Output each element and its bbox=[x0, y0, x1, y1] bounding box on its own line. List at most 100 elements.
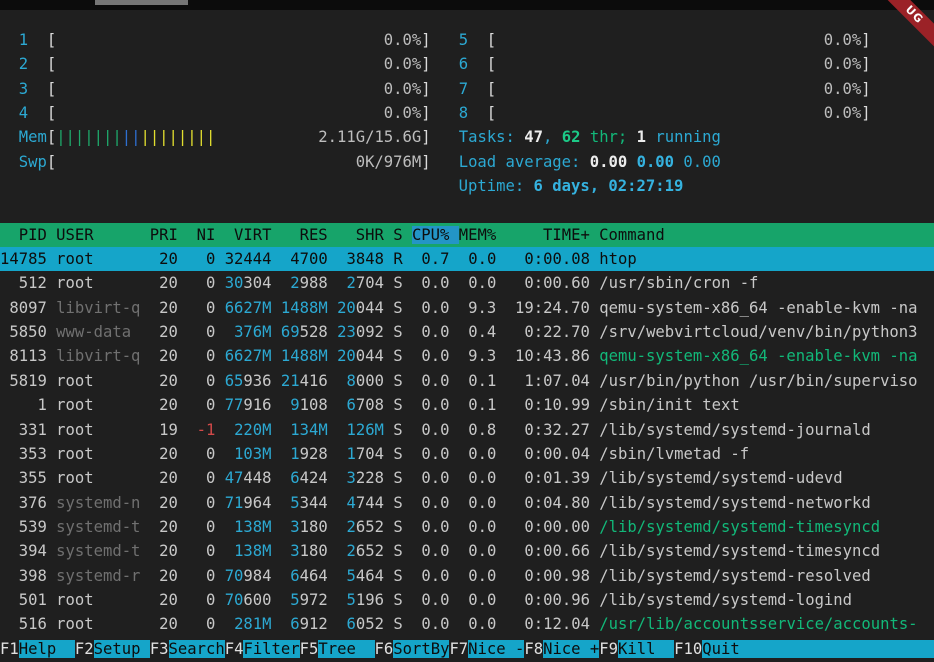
process-row[interactable]: 516 root 20 0 281M 6912 6052 S 0.0 0.0 0… bbox=[0, 612, 934, 636]
cell-pid: 5819 bbox=[0, 372, 56, 390]
process-row[interactable]: 5850 www-data 20 0 376M 69528 23092 S 0.… bbox=[0, 320, 934, 344]
gap bbox=[328, 494, 337, 512]
gap bbox=[384, 567, 393, 585]
process-row[interactable]: 376 systemd-n 20 0 71964 5344 4744 S 0.0… bbox=[0, 491, 934, 515]
gap bbox=[384, 250, 393, 268]
meter-open-bracket: [ bbox=[47, 80, 56, 98]
gap bbox=[328, 421, 337, 439]
cell-mem-percent: 0.0 bbox=[459, 274, 506, 292]
fkey-f10[interactable]: F10Quit bbox=[674, 640, 934, 658]
fkey-f1[interactable]: F1Help bbox=[0, 640, 75, 658]
meter-close-bracket: ] bbox=[421, 80, 430, 98]
process-row[interactable]: 8113 libvirt-q 20 0 6627M 1488M 20044 S … bbox=[0, 344, 934, 368]
cell-res-mb: 21 bbox=[281, 372, 300, 390]
cell-state: S bbox=[393, 347, 412, 365]
column-header-user[interactable]: USER bbox=[56, 226, 150, 244]
uptime-label: Uptime: bbox=[459, 177, 534, 195]
process-row[interactable]: 501 root 20 0 70600 5972 5196 S 0.0 0.0 … bbox=[0, 588, 934, 612]
cell-priority: 20 bbox=[150, 347, 187, 365]
cell-pid: 14785 bbox=[0, 250, 56, 268]
fkey-f9[interactable]: F9Kill bbox=[599, 640, 674, 658]
cell-user: root bbox=[56, 445, 150, 463]
cell-res: 912 bbox=[300, 615, 328, 633]
cell-pid: 8097 bbox=[0, 299, 56, 317]
cell-res-mb: 6 bbox=[290, 567, 299, 585]
fkey-f5[interactable]: F5Tree bbox=[300, 640, 375, 658]
mem-meter-row: Mem[||||||||||||||||| 2.11G/15.6G] Tasks… bbox=[0, 125, 934, 149]
cell-cpu-percent: 0.0 bbox=[412, 299, 459, 317]
cell-shr-mb: 20 bbox=[337, 299, 356, 317]
function-key-bar: F1Help F2Setup F3SearchF4FilterF5Tree F6… bbox=[0, 637, 934, 661]
process-row[interactable]: 1 root 20 0 77916 9108 6708 S 0.0 0.1 0:… bbox=[0, 393, 934, 417]
cell-priority: 20 bbox=[150, 396, 187, 414]
column-header-command[interactable]: Command bbox=[599, 226, 665, 244]
gap bbox=[0, 177, 459, 195]
cell-mem-percent: 0.0 bbox=[459, 542, 506, 560]
gap bbox=[225, 445, 234, 463]
cell-pid: 516 bbox=[0, 615, 56, 633]
fkey-f6[interactable]: F6SortBy bbox=[375, 640, 450, 658]
process-row[interactable]: 512 root 20 0 30304 2988 2704 S 0.0 0.0 … bbox=[0, 271, 934, 295]
process-row[interactable]: 539 systemd-t 20 0 138M 3180 2652 S 0.0 … bbox=[0, 515, 934, 539]
column-header-pid[interactable]: PID bbox=[0, 226, 56, 244]
fkey-f3[interactable]: F3Search bbox=[150, 640, 225, 658]
column-header-ni[interactable]: NI bbox=[187, 226, 224, 244]
process-row[interactable]: 398 systemd-r 20 0 70984 6464 5464 S 0.0… bbox=[0, 564, 934, 588]
cell-virt-mb: 71 bbox=[225, 494, 244, 512]
cpu-1-meter-value: 0.0% bbox=[56, 31, 421, 49]
cell-res-mb: 9 bbox=[290, 396, 299, 414]
column-header-shr[interactable]: SHR bbox=[337, 226, 393, 244]
gap bbox=[431, 128, 459, 146]
meter-close-bracket: ] bbox=[861, 31, 870, 49]
column-header-res[interactable]: RES bbox=[281, 226, 337, 244]
cell-virt-mb: 47 bbox=[225, 469, 244, 487]
fkey-f4[interactable]: F4Filter bbox=[225, 640, 300, 658]
gap bbox=[627, 153, 636, 171]
tasks-running-label: running bbox=[646, 128, 721, 146]
meter-open-bracket: [ bbox=[47, 31, 56, 49]
cell-mem-percent: 0.0 bbox=[459, 250, 506, 268]
cpu-4-meter-label: 4 bbox=[0, 104, 47, 122]
process-row[interactable]: 8097 libvirt-q 20 0 6627M 1488M 20044 S … bbox=[0, 296, 934, 320]
column-header-s[interactable]: S bbox=[393, 226, 412, 244]
cell-command: /srv/webvirtcloud/venv/bin/python3 bbox=[599, 323, 917, 341]
gap bbox=[384, 518, 393, 536]
cpu-meter-row: 3 [ 0.0%] 7 [ 0.0%] bbox=[0, 77, 934, 101]
gap bbox=[272, 274, 281, 292]
process-row[interactable]: 353 root 20 0 103M 1928 1704 S 0.0 0.0 0… bbox=[0, 442, 934, 466]
gap bbox=[384, 494, 393, 512]
process-row[interactable]: 5819 root 20 0 65936 21416 8000 S 0.0 0.… bbox=[0, 369, 934, 393]
window-tab[interactable] bbox=[95, 0, 188, 5]
column-header-mem[interactable]: MEM% bbox=[459, 226, 506, 244]
gap bbox=[281, 615, 290, 633]
cell-cpu-percent: 0.7 bbox=[412, 250, 459, 268]
process-row[interactable]: 394 systemd-t 20 0 138M 3180 2652 S 0.0 … bbox=[0, 539, 934, 563]
cell-virt: 964 bbox=[243, 494, 271, 512]
cpu-meter-row: 4 [ 0.0%] 8 [ 0.0%] bbox=[0, 101, 934, 125]
cell-shr: 228 bbox=[356, 469, 384, 487]
process-row[interactable]: 331 root 19 -1 220M 134M 126M S 0.0 0.8 … bbox=[0, 418, 934, 442]
column-header-time[interactable]: TIME+ bbox=[506, 226, 600, 244]
column-header-cpu[interactable]: CPU% bbox=[412, 226, 459, 244]
cell-res-mb: 6 bbox=[290, 469, 299, 487]
cpu-3-meter-value: 0.0% bbox=[56, 80, 421, 98]
column-header-virt[interactable]: VIRT bbox=[225, 226, 281, 244]
tasks-thr-label: thr; bbox=[580, 128, 636, 146]
cell-res-mb: 69 bbox=[281, 323, 300, 341]
process-row[interactable]: 14785 root 20 0 32444 4700 3848 R 0.7 0.… bbox=[0, 247, 934, 271]
process-row[interactable]: 355 root 20 0 47448 6424 3228 S 0.0 0.0 … bbox=[0, 466, 934, 490]
fkey-f7[interactable]: F7Nice - bbox=[449, 640, 524, 658]
cell-shr-mb: 5 bbox=[346, 567, 355, 585]
cell-user: libvirt-q bbox=[56, 299, 150, 317]
cpu-2-meter-value: 0.0% bbox=[56, 55, 421, 73]
cell-mem-percent: 0.0 bbox=[459, 469, 506, 487]
fkey-f2[interactable]: F2Setup bbox=[75, 640, 150, 658]
column-header-pri[interactable]: PRI bbox=[150, 226, 187, 244]
fkey-label-f10: Quit bbox=[702, 640, 934, 658]
load-5min: 0.00 bbox=[637, 153, 674, 171]
cell-nice: 0 bbox=[187, 542, 224, 560]
fkey-f8[interactable]: F8Nice + bbox=[524, 640, 599, 658]
cell-state: S bbox=[393, 494, 412, 512]
fkey-label-f7: Nice - bbox=[468, 640, 524, 658]
cell-state: S bbox=[393, 469, 412, 487]
